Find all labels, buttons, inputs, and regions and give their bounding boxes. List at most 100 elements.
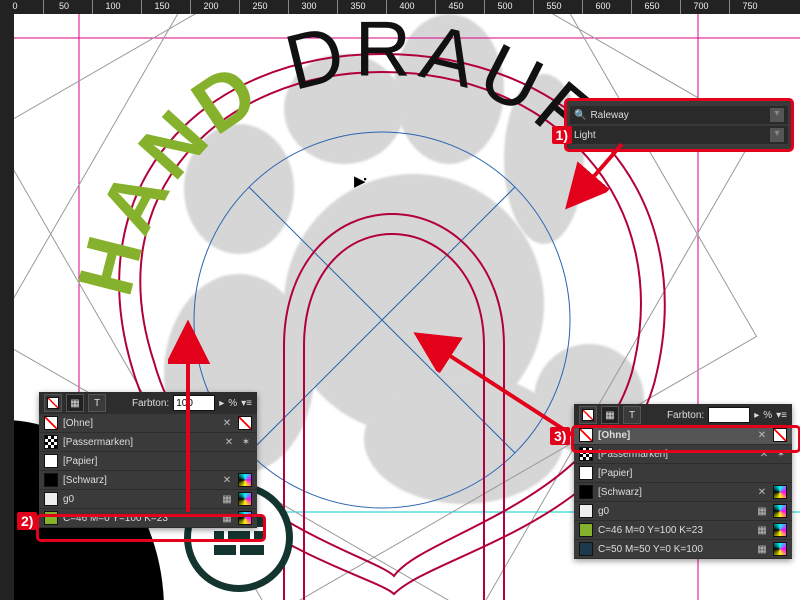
dropdown-icon[interactable]: ▾ [770,128,784,142]
swatch-row[interactable]: [Papier] [574,464,792,483]
lock-icon: ✕ [756,486,768,498]
swatch-row[interactable]: C=46 M=0 Y=100 K=23 ▦ [574,521,792,540]
swatch-icon [44,435,58,449]
process-icon: ▦ [756,505,768,517]
swatch-row[interactable]: [Passermarken] ✕ ✶ [574,445,792,464]
tint-slider-icon[interactable]: ▸ [754,410,759,421]
process-icon: ▦ [756,524,768,536]
process-icon: ▦ [756,543,768,555]
ruler-tick: 600 [582,0,623,15]
word-hand: HAND [60,43,277,304]
swatch-label: C=46 M=0 Y=100 K=23 [63,513,168,524]
cmyk-icon [773,504,787,518]
swatch-row[interactable]: [Passermarken]✕✶ [39,433,257,452]
swatch-icon[interactable]: ▦ [66,394,84,412]
ruler-tick: 700 [680,0,721,15]
cmyk-icon [238,492,252,506]
font-panel: 🔍 Raleway ▾ Light ▾ [564,98,794,152]
lock-icon: ✕ [756,429,768,441]
swatch-label: [Schwarz] [63,475,107,486]
swatch-icon[interactable]: ▦ [601,406,619,424]
font-family-field[interactable]: 🔍 Raleway ▾ [570,106,788,124]
cmyk-icon [773,542,787,556]
ruler-tick: 350 [337,0,378,15]
swatch-icon [44,416,58,430]
cmyk-icon [238,511,252,525]
registration-icon: ✶ [775,448,787,460]
none-swatch-indicator [238,416,252,430]
font-family-value: Raleway [590,110,628,121]
tint-input[interactable] [173,395,215,411]
swatches-panel-right: ▦ T Farbton: ▸ % ▾≡ [Ohne]✕[Passermarken… [574,404,792,559]
swatches-header: ▦ T Farbton: ▸ % ▾≡ [574,404,792,426]
swatch-label: [Passermarken] [598,449,668,460]
swatch-row[interactable]: [Ohne]✕ [39,414,257,433]
callout-2: 2) [17,512,37,530]
ruler-tick: 0 [0,0,35,15]
tint-input[interactable] [708,407,750,423]
swatch-icon [579,447,593,461]
text-tab[interactable]: T [88,394,106,412]
ruler-vertical [0,14,14,600]
fill-tab[interactable] [579,406,597,424]
swatch-icon [579,542,593,556]
ruler-tick: 100 [92,0,133,15]
text-tab[interactable]: T [623,406,641,424]
tint-slider-icon[interactable]: ▸ [219,398,224,409]
ruler-tick: 300 [288,0,329,15]
swatch-icon [44,511,58,525]
panel-menu-icon[interactable]: ▾≡ [776,410,787,421]
cmyk-icon [773,485,787,499]
canvas[interactable]: HANDDRAUF ▶▪ 🔍 Raleway ▾ Light ▾ ▦ T [14,14,800,600]
dropdown-icon[interactable]: ▾ [770,108,784,122]
swatch-label: C=46 M=0 Y=100 K=23 [598,525,703,536]
tint-label: Farbton: [667,410,704,421]
ruler-tick: 150 [141,0,182,15]
swatches-header: ▦ T Farbton: ▸ % ▾≡ [39,392,257,414]
ruler-tick: 200 [190,0,231,15]
text-cursor-icon: ▶▪ [354,172,369,190]
swatch-icon [44,492,58,506]
swatch-label: g0 [598,506,609,517]
swatch-row[interactable]: g0▦ [39,490,257,509]
font-weight-value: Light [574,130,596,141]
swatch-icon [579,466,593,480]
swatch-label: C=50 M=50 Y=0 K=100 [598,544,703,555]
ruler-tick: 500 [484,0,525,15]
swatch-icon [44,473,58,487]
search-icon: 🔍 [574,110,586,121]
swatch-label: [Ohne] [598,430,630,441]
ruler-tick: 400 [386,0,427,15]
swatch-label: [Papier] [63,456,97,467]
swatch-label: [Papier] [598,468,632,479]
ruler-tick: 750 [729,0,770,15]
tint-unit: % [228,398,237,409]
font-weight-field[interactable]: Light ▾ [570,126,788,144]
swatch-label: g0 [63,494,74,505]
lock-icon: ✕ [221,474,233,486]
panel-menu-icon[interactable]: ▾≡ [241,398,252,409]
ruler-tick: 550 [533,0,574,15]
fill-tab[interactable] [44,394,62,412]
swatch-row[interactable]: g0 ▦ [574,502,792,521]
lock-icon: ✕ [221,417,233,429]
tint-label: Farbton: [132,398,169,409]
swatch-icon [579,523,593,537]
callout-3: 3) [550,427,570,445]
callout-1: 1) [552,126,572,144]
lock-icon: ✕ [758,448,770,460]
process-icon: ▦ [221,512,233,524]
swatch-icon [44,454,58,468]
swatch-row[interactable]: [Schwarz]✕ [574,483,792,502]
swatch-row[interactable]: [Schwarz] ✕ [39,471,257,490]
swatch-icon [579,428,593,442]
swatch-row[interactable]: [Papier] [39,452,257,471]
swatch-row[interactable]: [Ohne] ✕ [574,426,792,445]
none-swatch-indicator [773,428,787,442]
ruler-tick: 450 [435,0,476,15]
ruler-tick: 50 [43,0,84,15]
swatch-row[interactable]: C=46 M=0 Y=100 K=23 ▦ [39,509,257,528]
lock-icon: ✕ [223,436,235,448]
swatch-row[interactable]: C=50 M=50 Y=0 K=100 ▦ [574,540,792,559]
swatch-icon [579,485,593,499]
